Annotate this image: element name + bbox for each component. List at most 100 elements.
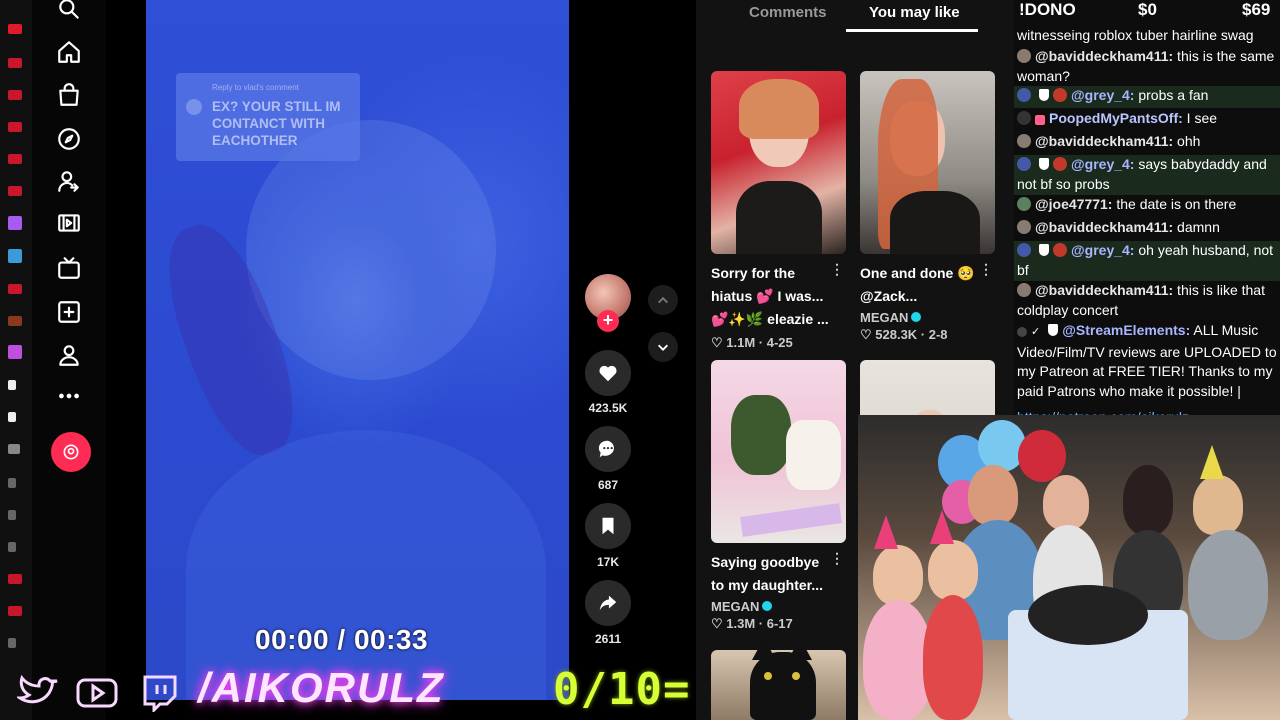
donation-header: !DONO $0 $69	[1014, 0, 1280, 22]
avatar	[1017, 283, 1031, 297]
shield-icon	[1039, 244, 1049, 256]
live-icon[interactable]	[51, 432, 91, 472]
shop-icon[interactable]	[54, 80, 84, 110]
avatar	[1017, 327, 1027, 337]
more-options-icon[interactable]: ⋮	[830, 550, 844, 567]
verified-icon	[911, 312, 922, 322]
tab-favicon[interactable]	[8, 542, 16, 552]
tab-favicon[interactable]	[8, 412, 16, 422]
video-timestamp: 00:00 / 00:33	[255, 624, 429, 655]
stream-chat: !DONO $0 $69 witnesseing roblox tuber ha…	[1014, 0, 1280, 430]
chat-message: @baviddeckham411: damnn	[1017, 218, 1277, 238]
avatar	[1017, 243, 1031, 257]
shield-icon	[1039, 89, 1049, 101]
share-icon	[599, 595, 617, 611]
tab-favicon[interactable]	[8, 186, 22, 196]
tab-favicon[interactable]	[8, 574, 22, 584]
search-icon[interactable]	[54, 0, 84, 24]
party-hat	[874, 515, 898, 549]
home-icon[interactable]	[54, 37, 84, 67]
chat-message: @grey_4: probs a fan	[1017, 86, 1277, 106]
chat-message: @grey_4: says babydaddy and not bf so pr…	[1017, 155, 1277, 194]
tab-favicon[interactable]	[8, 284, 22, 294]
share-button[interactable]	[585, 580, 631, 626]
person	[968, 465, 1018, 525]
tab-favicon[interactable]	[8, 478, 16, 488]
video-thumbnail[interactable]	[711, 71, 846, 254]
message-text: I see	[1182, 110, 1218, 126]
next-video-button[interactable]	[648, 332, 678, 362]
live-tv-icon[interactable]	[54, 253, 84, 283]
save-button[interactable]	[585, 503, 631, 549]
friends-video-icon[interactable]	[54, 208, 84, 238]
streamer-handle: /AIKORULZ	[198, 664, 445, 711]
video-caption: Saying goodbye to my daughter...	[711, 554, 824, 593]
tab-favicon[interactable]	[8, 606, 22, 616]
video-thumbnail[interactable]	[860, 71, 995, 254]
tab-favicon[interactable]	[8, 510, 16, 520]
upload-icon[interactable]	[54, 297, 84, 327]
chat-message: ✓ @StreamElements: ALL Music Video/Film/T…	[1017, 321, 1277, 401]
tab-favicon[interactable]	[8, 154, 22, 164]
video-author: MEGAN	[860, 310, 995, 325]
avatar	[1017, 220, 1031, 234]
video-card[interactable]: Sorry for the hiatus 💕 I was... 💕✨🌿 elea…	[711, 71, 846, 351]
chat-message: @baviddeckham411: this is the same woman…	[1017, 47, 1277, 86]
tab-favicon[interactable]	[8, 216, 22, 230]
twitter-icon[interactable]	[14, 672, 64, 714]
tab-favicon[interactable]	[8, 58, 22, 68]
video-frame-body	[186, 430, 546, 700]
follow-button[interactable]: +	[597, 310, 619, 332]
tab-favicon[interactable]	[8, 380, 16, 390]
previous-video-button[interactable]	[648, 285, 678, 315]
video-thumbnail[interactable]	[711, 360, 846, 543]
tab-favicon[interactable]	[8, 90, 22, 100]
tab-comments[interactable]: Comments	[749, 4, 827, 21]
save-count: 17K	[596, 555, 619, 569]
party-hat	[1200, 445, 1224, 479]
video-card[interactable]: One and done 🥺 @Zack... ⋮ MEGAN ♡ 528.3K…	[860, 71, 995, 343]
chat-message: PoopedMyPantsOff: I see	[1017, 109, 1277, 129]
chat-username: @baviddeckham411:	[1035, 282, 1174, 298]
more-options-icon[interactable]: ⋮	[979, 261, 993, 278]
like-button[interactable]	[585, 350, 631, 396]
nav-rail	[32, 0, 106, 720]
tab-favicon[interactable]	[8, 638, 16, 648]
comment-button[interactable]	[585, 426, 631, 472]
video-player[interactable]: Reply to vlad's comment EX? YOUR STILL I…	[146, 0, 569, 700]
message-text: damnn	[1173, 219, 1220, 235]
reply-text: EX? YOUR STILL IM CONTANCT WITH EACHOTHE…	[212, 99, 341, 148]
chevron-up-icon	[657, 296, 669, 304]
chat-username: @baviddeckham411:	[1035, 133, 1174, 149]
badge-icon	[1053, 157, 1067, 171]
avatar	[1017, 88, 1031, 102]
tab-favicon[interactable]	[8, 249, 22, 263]
twitch-icon[interactable]	[134, 672, 184, 714]
more-options-icon[interactable]: ⋮	[830, 261, 844, 278]
youtube-icon[interactable]	[72, 672, 122, 714]
video-caption: One and done 🥺 @Zack...	[860, 265, 975, 304]
more-icon[interactable]	[54, 381, 84, 411]
cat-avatar	[736, 628, 828, 720]
speaker-icon[interactable]	[8, 444, 20, 454]
party-hat	[930, 510, 954, 544]
avatar	[1017, 49, 1031, 63]
tab-favicon[interactable]	[8, 24, 22, 34]
chat-username: @grey_4:	[1071, 156, 1135, 172]
chat-username: @baviddeckham411:	[1035, 48, 1174, 64]
following-icon[interactable]	[54, 166, 84, 196]
explore-icon[interactable]	[54, 124, 84, 154]
tab-favicon[interactable]	[8, 316, 22, 326]
bookmark-icon	[602, 517, 614, 535]
chat-username: @grey_4:	[1071, 87, 1135, 103]
video-stats: ♡ 1.1M · 4-25	[711, 335, 793, 350]
avatar	[1017, 197, 1031, 211]
chat-message: @baviddeckham411: this is like that cold…	[1017, 281, 1277, 320]
tab-you-may-like[interactable]: You may like	[869, 4, 960, 21]
profile-icon[interactable]	[54, 340, 84, 370]
video-card[interactable]: Saying goodbye to my daughter... ⋮ MEGAN…	[711, 360, 846, 632]
tab-favicon[interactable]	[8, 345, 22, 359]
tab-favicon[interactable]	[8, 122, 22, 132]
message-text: witnesseing roblox tuber hairline swag	[1017, 27, 1254, 43]
chat-username: @joe47771:	[1035, 196, 1113, 212]
